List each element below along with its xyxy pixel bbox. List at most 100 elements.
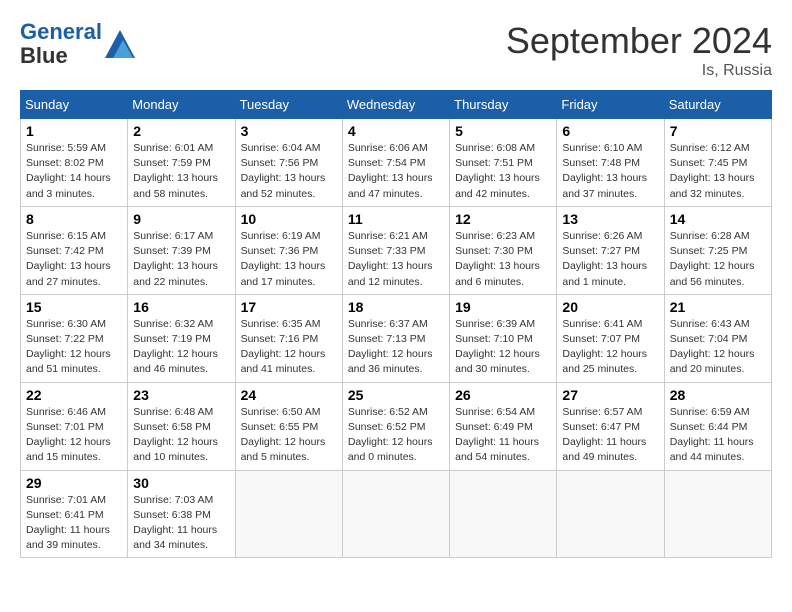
day-number: 17 [241, 299, 337, 315]
day-number: 11 [348, 211, 444, 227]
day-info: Sunrise: 6:48 AMSunset: 6:58 PMDaylight:… [133, 405, 229, 466]
day-info: Sunrise: 6:35 AMSunset: 7:16 PMDaylight:… [241, 317, 337, 378]
page-header: GeneralBlue September 2024 Is, Russia [20, 20, 772, 80]
calendar-cell: 27 Sunrise: 6:57 AMSunset: 6:47 PMDaylig… [557, 382, 664, 470]
day-info: Sunrise: 6:19 AMSunset: 7:36 PMDaylight:… [241, 229, 337, 290]
calendar-cell: 3 Sunrise: 6:04 AMSunset: 7:56 PMDayligh… [235, 119, 342, 207]
calendar-cell: 14 Sunrise: 6:28 AMSunset: 7:25 PMDaylig… [664, 206, 771, 294]
calendar-row: 1 Sunrise: 5:59 AMSunset: 8:02 PMDayligh… [21, 119, 772, 207]
calendar-cell: 8 Sunrise: 6:15 AMSunset: 7:42 PMDayligh… [21, 206, 128, 294]
month-title: September 2024 [506, 20, 772, 62]
day-info: Sunrise: 6:21 AMSunset: 7:33 PMDaylight:… [348, 229, 444, 290]
calendar-body: 1 Sunrise: 5:59 AMSunset: 8:02 PMDayligh… [21, 119, 772, 558]
day-info: Sunrise: 6:30 AMSunset: 7:22 PMDaylight:… [26, 317, 122, 378]
day-info: Sunrise: 6:17 AMSunset: 7:39 PMDaylight:… [133, 229, 229, 290]
calendar-cell: 16 Sunrise: 6:32 AMSunset: 7:19 PMDaylig… [128, 294, 235, 382]
calendar-cell [450, 470, 557, 558]
day-info: Sunrise: 6:12 AMSunset: 7:45 PMDaylight:… [670, 141, 766, 202]
calendar-cell: 1 Sunrise: 5:59 AMSunset: 8:02 PMDayligh… [21, 119, 128, 207]
day-header-monday: Monday [128, 91, 235, 119]
day-number: 6 [562, 123, 658, 139]
day-info: Sunrise: 6:43 AMSunset: 7:04 PMDaylight:… [670, 317, 766, 378]
day-number: 26 [455, 387, 551, 403]
day-info: Sunrise: 6:06 AMSunset: 7:54 PMDaylight:… [348, 141, 444, 202]
day-number: 16 [133, 299, 229, 315]
calendar-row: 15 Sunrise: 6:30 AMSunset: 7:22 PMDaylig… [21, 294, 772, 382]
calendar-row: 29 Sunrise: 7:01 AMSunset: 6:41 PMDaylig… [21, 470, 772, 558]
day-number: 5 [455, 123, 551, 139]
day-number: 22 [26, 387, 122, 403]
day-number: 23 [133, 387, 229, 403]
day-info: Sunrise: 6:26 AMSunset: 7:27 PMDaylight:… [562, 229, 658, 290]
calendar-cell: 12 Sunrise: 6:23 AMSunset: 7:30 PMDaylig… [450, 206, 557, 294]
day-number: 30 [133, 475, 229, 491]
day-info: Sunrise: 6:54 AMSunset: 6:49 PMDaylight:… [455, 405, 551, 466]
day-header-saturday: Saturday [664, 91, 771, 119]
day-info: Sunrise: 6:04 AMSunset: 7:56 PMDaylight:… [241, 141, 337, 202]
logo-icon [105, 30, 135, 58]
calendar-cell: 30 Sunrise: 7:03 AMSunset: 6:38 PMDaylig… [128, 470, 235, 558]
day-info: Sunrise: 7:03 AMSunset: 6:38 PMDaylight:… [133, 493, 229, 554]
day-info: Sunrise: 6:46 AMSunset: 7:01 PMDaylight:… [26, 405, 122, 466]
calendar-cell: 13 Sunrise: 6:26 AMSunset: 7:27 PMDaylig… [557, 206, 664, 294]
day-number: 21 [670, 299, 766, 315]
calendar-cell: 15 Sunrise: 6:30 AMSunset: 7:22 PMDaylig… [21, 294, 128, 382]
logo: GeneralBlue [20, 20, 135, 68]
day-header-wednesday: Wednesday [342, 91, 449, 119]
day-header-tuesday: Tuesday [235, 91, 342, 119]
calendar-table: SundayMondayTuesdayWednesdayThursdayFrid… [20, 90, 772, 558]
day-number: 12 [455, 211, 551, 227]
day-info: Sunrise: 6:32 AMSunset: 7:19 PMDaylight:… [133, 317, 229, 378]
calendar-cell: 11 Sunrise: 6:21 AMSunset: 7:33 PMDaylig… [342, 206, 449, 294]
day-info: Sunrise: 6:59 AMSunset: 6:44 PMDaylight:… [670, 405, 766, 466]
calendar-cell: 21 Sunrise: 6:43 AMSunset: 7:04 PMDaylig… [664, 294, 771, 382]
calendar-cell: 20 Sunrise: 6:41 AMSunset: 7:07 PMDaylig… [557, 294, 664, 382]
day-info: Sunrise: 6:50 AMSunset: 6:55 PMDaylight:… [241, 405, 337, 466]
day-info: Sunrise: 6:39 AMSunset: 7:10 PMDaylight:… [455, 317, 551, 378]
day-info: Sunrise: 6:10 AMSunset: 7:48 PMDaylight:… [562, 141, 658, 202]
day-number: 2 [133, 123, 229, 139]
calendar-cell: 2 Sunrise: 6:01 AMSunset: 7:59 PMDayligh… [128, 119, 235, 207]
day-info: Sunrise: 6:28 AMSunset: 7:25 PMDaylight:… [670, 229, 766, 290]
day-info: Sunrise: 6:41 AMSunset: 7:07 PMDaylight:… [562, 317, 658, 378]
day-number: 24 [241, 387, 337, 403]
day-info: Sunrise: 6:57 AMSunset: 6:47 PMDaylight:… [562, 405, 658, 466]
calendar-cell: 26 Sunrise: 6:54 AMSunset: 6:49 PMDaylig… [450, 382, 557, 470]
day-number: 27 [562, 387, 658, 403]
calendar-cell: 17 Sunrise: 6:35 AMSunset: 7:16 PMDaylig… [235, 294, 342, 382]
calendar-cell [235, 470, 342, 558]
calendar-cell [342, 470, 449, 558]
logo-text: GeneralBlue [20, 20, 102, 68]
day-header-thursday: Thursday [450, 91, 557, 119]
day-info: Sunrise: 5:59 AMSunset: 8:02 PMDaylight:… [26, 141, 122, 202]
day-number: 7 [670, 123, 766, 139]
calendar-cell: 19 Sunrise: 6:39 AMSunset: 7:10 PMDaylig… [450, 294, 557, 382]
location: Is, Russia [506, 62, 772, 80]
calendar-cell: 18 Sunrise: 6:37 AMSunset: 7:13 PMDaylig… [342, 294, 449, 382]
calendar-cell: 5 Sunrise: 6:08 AMSunset: 7:51 PMDayligh… [450, 119, 557, 207]
day-number: 28 [670, 387, 766, 403]
day-number: 4 [348, 123, 444, 139]
day-number: 25 [348, 387, 444, 403]
calendar-row: 8 Sunrise: 6:15 AMSunset: 7:42 PMDayligh… [21, 206, 772, 294]
calendar-cell: 7 Sunrise: 6:12 AMSunset: 7:45 PMDayligh… [664, 119, 771, 207]
calendar-cell: 29 Sunrise: 7:01 AMSunset: 6:41 PMDaylig… [21, 470, 128, 558]
calendar-cell: 4 Sunrise: 6:06 AMSunset: 7:54 PMDayligh… [342, 119, 449, 207]
calendar-row: 22 Sunrise: 6:46 AMSunset: 7:01 PMDaylig… [21, 382, 772, 470]
title-block: September 2024 Is, Russia [506, 20, 772, 80]
day-number: 19 [455, 299, 551, 315]
calendar-cell: 22 Sunrise: 6:46 AMSunset: 7:01 PMDaylig… [21, 382, 128, 470]
day-info: Sunrise: 6:01 AMSunset: 7:59 PMDaylight:… [133, 141, 229, 202]
day-number: 14 [670, 211, 766, 227]
calendar-cell [664, 470, 771, 558]
day-info: Sunrise: 7:01 AMSunset: 6:41 PMDaylight:… [26, 493, 122, 554]
day-info: Sunrise: 6:15 AMSunset: 7:42 PMDaylight:… [26, 229, 122, 290]
calendar-cell: 9 Sunrise: 6:17 AMSunset: 7:39 PMDayligh… [128, 206, 235, 294]
day-info: Sunrise: 6:23 AMSunset: 7:30 PMDaylight:… [455, 229, 551, 290]
calendar-cell: 10 Sunrise: 6:19 AMSunset: 7:36 PMDaylig… [235, 206, 342, 294]
calendar-cell: 6 Sunrise: 6:10 AMSunset: 7:48 PMDayligh… [557, 119, 664, 207]
day-info: Sunrise: 6:37 AMSunset: 7:13 PMDaylight:… [348, 317, 444, 378]
day-info: Sunrise: 6:52 AMSunset: 6:52 PMDaylight:… [348, 405, 444, 466]
day-header-sunday: Sunday [21, 91, 128, 119]
calendar-cell: 25 Sunrise: 6:52 AMSunset: 6:52 PMDaylig… [342, 382, 449, 470]
